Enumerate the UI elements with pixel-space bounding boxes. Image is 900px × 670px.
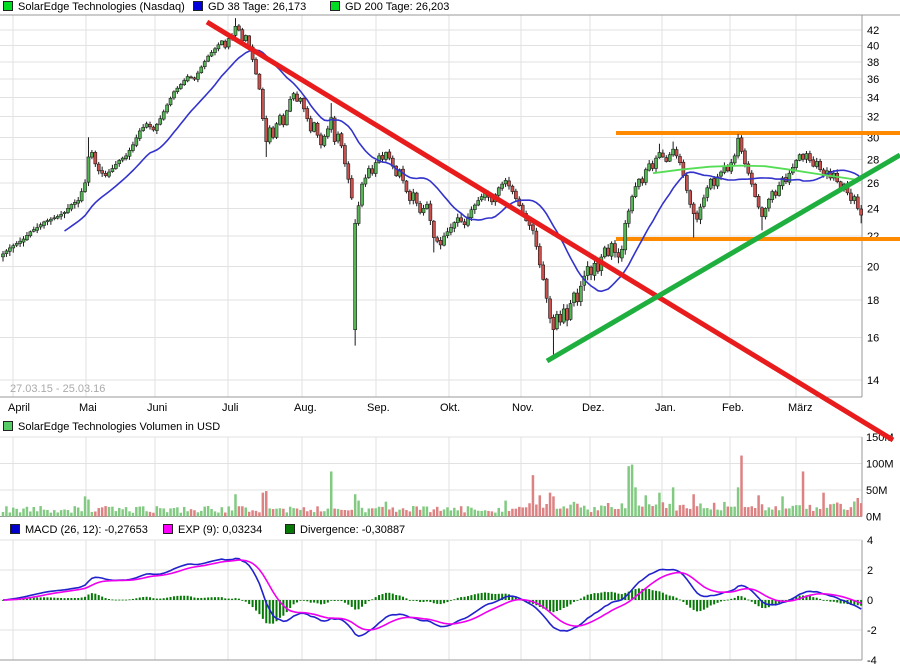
main-price-chart: 424038363432302826242220181614AprilMaiJu… (0, 0, 900, 670)
gd38-color-swatch (193, 1, 203, 11)
exp-color-swatch (163, 524, 173, 534)
candles-group (2, 18, 863, 356)
divergence-legend-item: Divergence: -0,30887 (285, 524, 405, 537)
trendline-overlay (0, 0, 900, 670)
gd200-color-swatch (330, 1, 340, 11)
macd-tick-label: -4 (867, 655, 877, 667)
legend-item-price-series: SolarEdge Technologies (Nasdaq) (3, 1, 185, 14)
month-label: Okt. (440, 402, 460, 414)
month-label: Juli (222, 402, 239, 414)
month-label: Sep. (367, 402, 390, 414)
price-tick-label: 28 (867, 154, 879, 166)
uptrend-line (547, 155, 900, 361)
series-color-swatch (3, 1, 13, 11)
month-label: Juni (147, 402, 167, 414)
volume-tick-label: 150M (866, 432, 894, 444)
gd200-line (653, 166, 861, 181)
volume-tick-label: 0M (866, 512, 881, 524)
series-title: SolarEdge Technologies (Nasdaq) (18, 1, 185, 13)
price-tick-label: 42 (867, 25, 879, 37)
macd-tick-label: 2 (867, 565, 873, 577)
gd38-label: GD 38 Tage: 26,173 (208, 1, 306, 13)
price-tick-label: 16 (867, 333, 879, 345)
price-tick-label: 34 (867, 92, 879, 104)
month-label: Jan. (655, 402, 676, 414)
month-label: Mai (79, 402, 97, 414)
month-label: Feb. (722, 402, 744, 414)
month-label: März (788, 402, 812, 414)
volume-tick-label: 100M (866, 459, 894, 471)
price-tick-label: 32 (867, 112, 879, 124)
exp-value-label: EXP (9): 0,03234 (178, 524, 262, 536)
volume-title: SolarEdge Technologies Volumen in USD (18, 421, 220, 433)
price-tick-label: 36 (867, 74, 879, 86)
month-label: Dez. (582, 402, 605, 414)
month-label: April (8, 402, 30, 414)
macd-color-swatch (10, 524, 20, 534)
macd-tick-label: 4 (867, 535, 873, 547)
macd-value-label: MACD (26, 12): -0,27653 (25, 524, 148, 536)
price-tick-label: 20 (867, 261, 879, 273)
month-label: Nov. (512, 402, 534, 414)
price-tick-label: 14 (867, 375, 879, 387)
macd-histogram-group (2, 588, 862, 623)
price-tick-label: 30 (867, 132, 879, 144)
downtrend-line (207, 22, 893, 440)
volume-tick-label: 50M (866, 485, 887, 497)
price-tick-label: 22 (867, 231, 879, 243)
macd-legend-item: MACD (26, 12): -0,27653 (10, 524, 148, 537)
price-tick-label: 26 (867, 178, 879, 190)
legend-item-gd38: GD 38 Tage: 26,173 (193, 1, 306, 14)
gd200-label: GD 200 Tage: 26,203 (345, 1, 449, 13)
macd-chart: 420-2-4 (0, 0, 900, 670)
volume-chart: 150M 100M 50M 0M (0, 0, 900, 670)
macd-signal-line (3, 560, 861, 630)
gd38-line (65, 50, 862, 291)
month-label: Aug. (294, 402, 317, 414)
date-range-label: 27.03.15 - 25.03.16 (10, 383, 105, 395)
volume-section-title: SolarEdge Technologies Volumen in USD (3, 421, 220, 434)
exp-legend-item: EXP (9): 0,03234 (163, 524, 262, 537)
legend-item-gd200: GD 200 Tage: 26,203 (330, 1, 449, 14)
volume-bars-group (2, 456, 863, 517)
price-tick-label: 24 (867, 203, 879, 215)
divergence-color-swatch (285, 524, 295, 534)
chart-page: { "header": { "series_legend": [ {"label… (0, 0, 900, 670)
divergence-value-label: Divergence: -0,30887 (300, 524, 405, 536)
macd-tick-label: 0 (867, 595, 873, 607)
price-tick-label: 40 (867, 41, 879, 53)
macd-tick-label: -2 (867, 625, 877, 637)
macd-line (3, 558, 861, 636)
price-tick-label: 38 (867, 57, 879, 69)
volume-color-swatch (3, 421, 13, 431)
price-tick-label: 18 (867, 295, 879, 307)
